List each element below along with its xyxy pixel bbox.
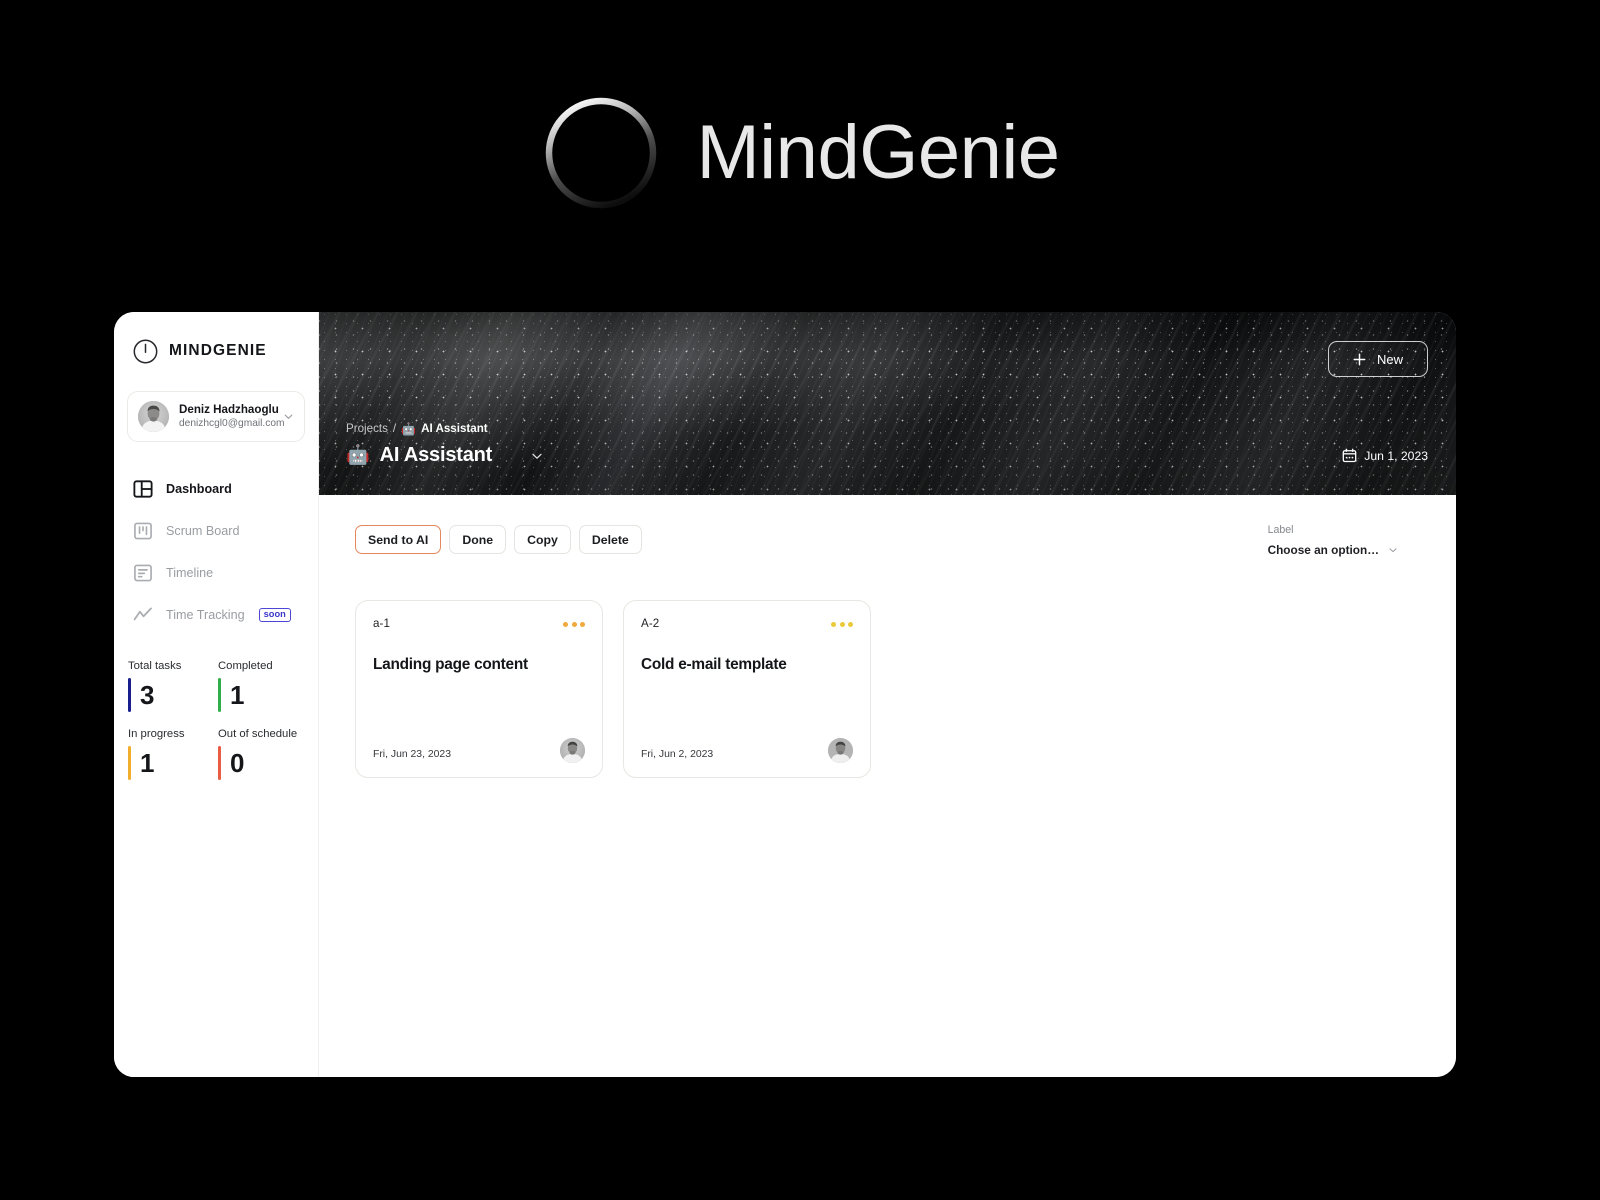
delete-button[interactable]: Delete — [579, 525, 642, 554]
sidebar-nav: Dashboard Scrum Board Timeline — [114, 468, 318, 636]
breadcrumb-current: AI Assistant — [421, 423, 488, 435]
stat-label: In progress — [128, 728, 214, 740]
plus-icon — [1353, 353, 1366, 366]
sidebar-item-timeline[interactable]: Timeline — [114, 552, 318, 594]
label-select-value: Choose an option… — [1268, 543, 1379, 557]
table-row[interactable]: a-1 Landing page content Fri, Jun 23, 20… — [355, 600, 603, 778]
main-area: New Projects / 🤖 AI Assistant 🤖 AI Assis… — [319, 312, 1456, 1077]
new-button-label: New — [1377, 352, 1403, 367]
avatar — [828, 738, 853, 763]
content-body: Send to AI Done Copy Delete Label Choose… — [319, 495, 1456, 1077]
user-account-meta: Deniz Hadzhaoglu denizhcgl0@gmail.com — [179, 403, 273, 431]
stat-in-progress: In progress 1 — [128, 728, 214, 780]
toolbar: Send to AI Done Copy Delete Label Choose… — [355, 525, 1428, 557]
card-key: a-1 — [373, 617, 390, 630]
stat-color-bar — [128, 678, 131, 712]
sidebar-item-label: Dashboard — [166, 482, 232, 496]
stat-total-tasks: Total tasks 3 — [128, 660, 214, 712]
stat-color-bar — [218, 678, 221, 712]
project-title-switcher[interactable]: 🤖 AI Assistant — [346, 444, 544, 467]
avatar — [560, 738, 585, 763]
card-header: a-1 — [373, 617, 585, 630]
stat-label: Completed — [218, 660, 304, 672]
stat-label: Total tasks — [128, 660, 214, 672]
banner-title-row: 🤖 AI Assistant — [346, 444, 1428, 467]
breadcrumb-separator: / — [393, 423, 396, 435]
new-button[interactable]: New — [1328, 341, 1428, 377]
page-title: AI Assistant — [380, 444, 492, 467]
app-window: MINDGENIE — [114, 312, 1456, 1077]
user-email: denizhcgl0@gmail.com — [179, 417, 273, 430]
stat-value: 1 — [230, 678, 244, 712]
label-select[interactable]: Choose an option… — [1268, 543, 1398, 557]
avatar — [138, 401, 169, 432]
task-stats-grid: Total tasks 3 Completed 1 In progress 1 — [114, 660, 318, 780]
stat-value: 1 — [140, 746, 154, 780]
card-title: Landing page content — [373, 655, 585, 674]
stat-label: Out of schedule — [218, 728, 304, 740]
timeline-list-icon — [132, 562, 154, 584]
action-button-group: Send to AI Done Copy Delete — [355, 525, 642, 554]
clock-timer-icon — [132, 338, 159, 365]
chevron-down-icon[interactable] — [283, 411, 294, 422]
robot-emoji-icon: 🤖 — [401, 423, 416, 435]
calendar-icon — [1342, 448, 1357, 463]
sidebar-item-dashboard[interactable]: Dashboard — [114, 468, 318, 510]
table-row[interactable]: A-2 Cold e-mail template Fri, Jun 2, 202… — [623, 600, 871, 778]
robot-emoji-icon: 🤖 — [346, 446, 370, 465]
sidebar-item-time-tracking[interactable]: Time Tracking soon — [114, 594, 318, 636]
stat-value: 0 — [230, 746, 244, 780]
send-to-ai-button[interactable]: Send to AI — [355, 525, 441, 554]
more-dots-icon[interactable] — [831, 617, 853, 627]
hero-brand-title: MindGenie — [696, 115, 1059, 191]
stat-color-bar — [218, 746, 221, 780]
card-title: Cold e-mail template — [641, 655, 853, 674]
more-dots-icon[interactable] — [563, 617, 585, 627]
sidebar-item-label: Scrum Board — [166, 524, 240, 538]
task-card-list: a-1 Landing page content Fri, Jun 23, 20… — [355, 600, 1428, 778]
user-name: Deniz Hadzhaoglu — [179, 403, 273, 417]
project-banner: New Projects / 🤖 AI Assistant 🤖 AI Assis… — [319, 312, 1456, 495]
card-footer: Fri, Jun 23, 2023 — [373, 738, 585, 763]
label-field: Label Choose an option… — [1268, 525, 1428, 557]
sidebar-item-label: Time Tracking — [166, 608, 245, 622]
banner-texture-vignette — [319, 312, 1456, 495]
stat-color-bar — [128, 746, 131, 780]
sidebar-brand-label: MINDGENIE — [169, 342, 267, 360]
status-badge: soon — [259, 608, 291, 622]
sidebar-item-scrum-board[interactable]: Scrum Board — [114, 510, 318, 552]
project-date[interactable]: Jun 1, 2023 — [1342, 448, 1428, 463]
copy-button[interactable]: Copy — [514, 525, 571, 554]
card-date: Fri, Jun 2, 2023 — [641, 749, 713, 763]
chevron-down-icon — [1388, 545, 1398, 555]
kanban-board-icon — [132, 520, 154, 542]
breadcrumb-root[interactable]: Projects — [346, 423, 388, 435]
card-header: A-2 — [641, 617, 853, 630]
chevron-down-icon[interactable] — [530, 449, 544, 463]
clock-timer-icon — [540, 92, 662, 214]
done-button[interactable]: Done — [449, 525, 506, 554]
label-field-caption: Label — [1268, 525, 1398, 536]
sidebar-brand[interactable]: MINDGENIE — [114, 334, 318, 368]
layout-dashboard-icon — [132, 478, 154, 500]
banner-content: Projects / 🤖 AI Assistant 🤖 AI Assistant — [346, 423, 1428, 467]
sidebar-item-label: Timeline — [166, 566, 213, 580]
user-account-card[interactable]: Deniz Hadzhaoglu denizhcgl0@gmail.com — [127, 391, 305, 442]
card-date: Fri, Jun 23, 2023 — [373, 749, 451, 763]
breadcrumb: Projects / 🤖 AI Assistant — [346, 423, 1428, 435]
stat-value: 3 — [140, 678, 154, 712]
stat-completed: Completed 1 — [218, 660, 304, 712]
card-footer: Fri, Jun 2, 2023 — [641, 738, 853, 763]
trend-line-icon — [132, 604, 154, 626]
project-date-text: Jun 1, 2023 — [1364, 449, 1428, 463]
card-key: A-2 — [641, 617, 659, 630]
sidebar: MINDGENIE — [114, 312, 319, 1077]
hero-brand-block: MindGenie — [0, 0, 1600, 305]
stat-out-of-schedule: Out of schedule 0 — [218, 728, 304, 780]
